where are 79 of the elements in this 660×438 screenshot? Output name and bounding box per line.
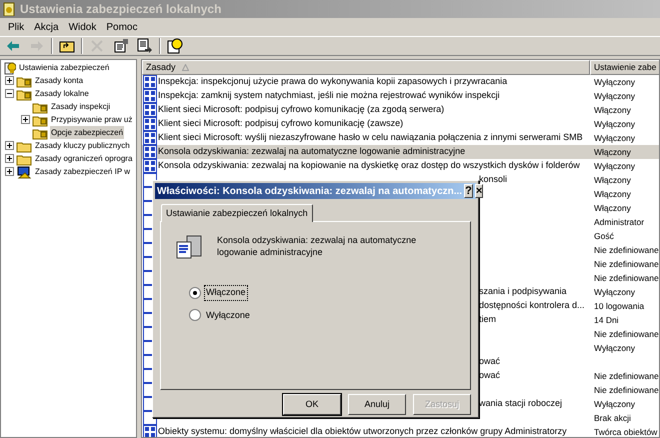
- expand-icon[interactable]: [5, 76, 14, 85]
- table-cell-text: Wyłączony: [593, 76, 636, 88]
- radio-button[interactable]: [189, 309, 201, 322]
- table-cell-text: Inspekcja: zamknij system natychmiast, jeśli nie można rejestrować wyników inspekcji: [158, 89, 500, 102]
- menu-item[interactable]: Akcja: [29, 20, 64, 34]
- table-cell-text: wania stacji roboczej: [479, 397, 562, 410]
- table-cell-text: ować: [479, 355, 500, 368]
- dialog-button[interactable]: OK: [283, 394, 341, 415]
- table-cell-text: Wyłączony: [593, 118, 636, 130]
- tree-item[interactable]: Zasady ograniczeń oprogra: [34, 152, 134, 165]
- tree-item[interactable]: Ustawienia zabezpieczeń: [18, 61, 110, 74]
- table-cell-text: Wyłączony: [593, 286, 636, 298]
- dialog-title: Właściwości: Konsola odzyskiwania: zezwalaj na automatyczn...: [157, 184, 462, 199]
- table-cell-text: Klient sieci Microsoft: podpisuj cyfrowo komunikację (zawsze): [158, 117, 404, 130]
- table-cell-text: Wyłączony: [593, 160, 636, 172]
- tree-item[interactable]: Zasady lokalne: [34, 87, 90, 100]
- table-cell-text: Konsola odzyskiwania: zezwalaj na kopiowanie na dyskietkę oraz dostęp do wszystkich dysków i folderów: [158, 159, 580, 172]
- table-cell-text: Nie zdefiniowane: [593, 384, 659, 396]
- table-cell-text: 10 logowania: [593, 300, 644, 312]
- column-header[interactable]: Ustawienie zabe: [590, 60, 659, 75]
- table-cell-text: Nie zdefiniowane: [593, 272, 659, 284]
- close-button[interactable]: ×: [474, 184, 484, 198]
- expand-icon[interactable]: [5, 167, 14, 176]
- table-cell-text: Klient sieci Microsoft: wyślij niezaszyfrowane hasło w celu nawiązania połączenia z innymi serwerami SMB: [158, 131, 583, 144]
- policy-description: Konsola odzyskiwania: zezwalaj na automatyczne logowanie administracyjne: [217, 234, 418, 260]
- menu-item[interactable]: Plik: [3, 20, 30, 34]
- table-cell-text: Wyłączony: [593, 342, 636, 354]
- tree-item[interactable]: Zasady kluczy publicznych: [34, 139, 131, 152]
- table-cell-text: Brak akcji: [593, 412, 631, 424]
- table-cell-text: 14 Dni: [593, 314, 619, 326]
- menu-item[interactable]: Widok: [64, 20, 102, 34]
- table-cell-text: Klient sieci Microsoft: podpisuj cyfrowo komunikację (za zgodą serwera): [158, 103, 444, 116]
- table-cell-text: Administrator: [593, 216, 644, 228]
- tree-item[interactable]: Zasady inspekcji: [50, 100, 112, 113]
- table-cell-text: Wyłączony: [593, 132, 636, 144]
- table-cell-text: Włączony: [593, 146, 631, 158]
- tree-item[interactable]: Przypisywanie praw uż: [50, 113, 134, 126]
- table-cell: Obiekty systemu: domyślny właściciel dla obiektów utworzonych przez członków grupy Administratorzy: [158, 425, 567, 437]
- table-cell-text: konsoli: [479, 173, 508, 186]
- menu-item[interactable]: Pomoc: [101, 20, 142, 34]
- server-document-icon: [175, 234, 203, 260]
- tree-item[interactable]: Opcje zabezpieczeń: [50, 126, 124, 139]
- table-cell-text: dostępności kontrolera d...: [479, 299, 585, 312]
- selected-row[interactable]: Konsola odzyskiwania: zezwalaj na automatyczne logowanie administracyjne Włączony: [142, 145, 659, 159]
- table-cell-text: Włączony: [593, 188, 631, 200]
- table-cell-text: Włączony: [593, 104, 631, 116]
- collapse-icon[interactable]: [5, 89, 14, 98]
- table-cell-text: Wyłączony: [593, 398, 636, 410]
- table-cell-text: Gość: [593, 230, 614, 242]
- radio-button[interactable]: [189, 286, 201, 299]
- table-cell-text: Nie zdefiniowane: [593, 328, 659, 340]
- sort-ascending-icon: [182, 64, 189, 71]
- table-cell-text: Nie zdefiniowane: [593, 244, 659, 256]
- dialog-button[interactable]: Anuluj: [348, 394, 406, 415]
- monitor-icon: [16, 164, 32, 178]
- table-cell-text: Konsola odzyskiwania: zezwalaj na automatyczne logowanie administracyjne: [158, 145, 466, 158]
- help-button[interactable]: ?: [464, 184, 473, 198]
- table-cell-text: Inspekcja: inspekcjonuj użycie prawa do wykonywania kopii zapasowych i przywracania: [158, 75, 508, 88]
- table-cell-text: Twórca obiektów: [593, 426, 658, 437]
- export-list-icon[interactable]: [137, 38, 153, 54]
- table-cell-text: ować: [479, 369, 500, 382]
- app-icon: [2, 2, 16, 16]
- column-header[interactable]: Zasady: [142, 60, 590, 75]
- tab[interactable]: Ustawianie zabezpieczeń lokalnych: [161, 204, 313, 222]
- table-cell-text: Włączony: [593, 202, 631, 214]
- table-cell-text: Wyłączony: [593, 90, 636, 102]
- table-cell-text: Nie zdefiniowane: [593, 258, 659, 270]
- expand-icon[interactable]: [5, 141, 14, 150]
- radio-label[interactable]: Włączone: [205, 286, 247, 300]
- radio-label[interactable]: Wyłączone: [205, 308, 251, 322]
- window-title: Ustawienia zabezpieczeń lokalnych: [20, 1, 222, 18]
- table-cell-text: szania i podpisywania: [479, 285, 567, 298]
- tree-item[interactable]: Zasady konta: [34, 74, 84, 87]
- tree-item[interactable]: Zasady zabezpieczeń IP w: [34, 165, 132, 178]
- expand-icon[interactable]: [5, 154, 14, 163]
- table-cell-text: Włączony: [593, 174, 631, 186]
- expand-icon[interactable]: [21, 115, 30, 124]
- table-cell-text: Nie zdefiniowane: [593, 370, 659, 382]
- properties-icon[interactable]: [113, 38, 129, 54]
